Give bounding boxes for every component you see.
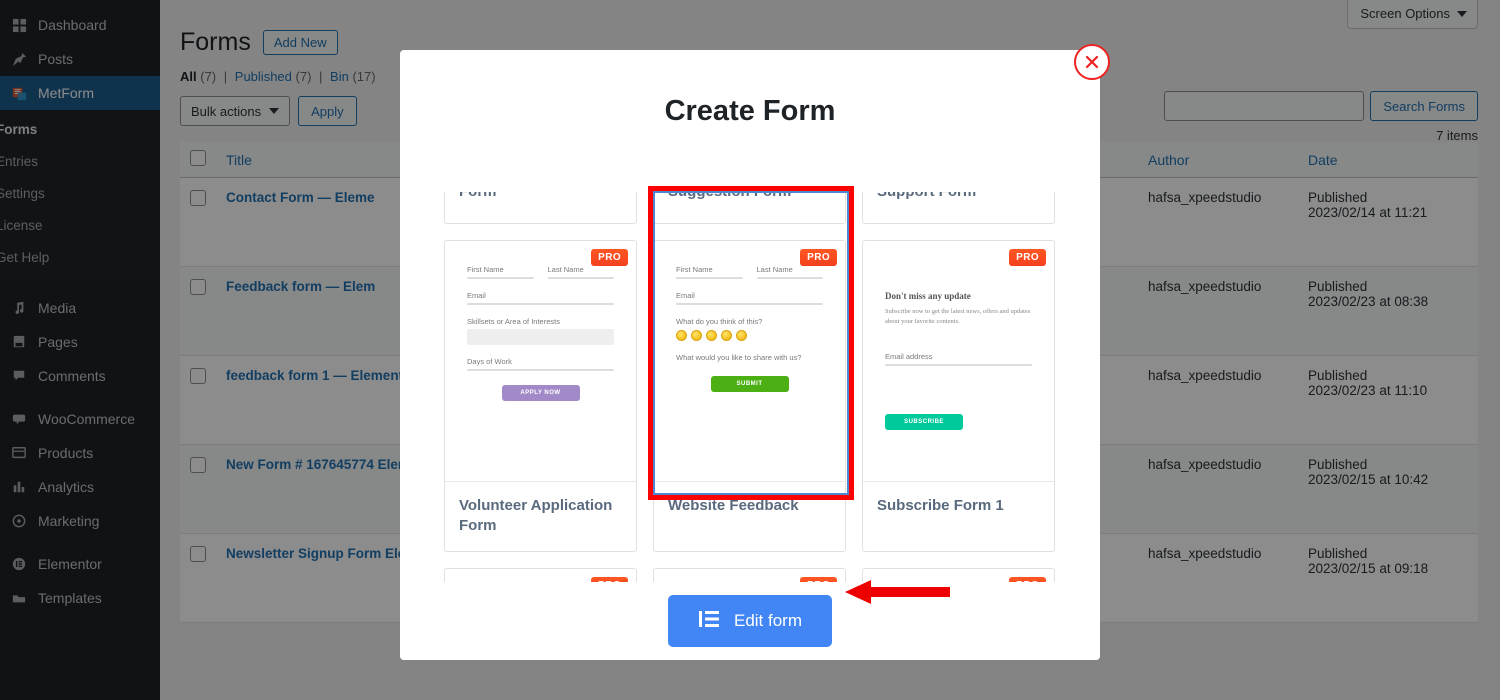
template-card-name: Support Form xyxy=(863,192,1054,223)
preview-field-line xyxy=(676,277,743,279)
emoji-rating-option xyxy=(721,330,732,341)
template-card-name: Form xyxy=(445,192,636,223)
template-card[interactable]: PRO Don't miss any update Subscribe now to… xyxy=(862,240,1055,552)
preview-skillsets: Skillsets or Area of Interests xyxy=(467,317,614,345)
preview-textarea xyxy=(467,329,614,345)
template-card-name: Website Feedback xyxy=(654,481,845,537)
preview-field-label: Last Name xyxy=(756,265,793,274)
edit-form-label: Edit form xyxy=(733,611,803,630)
preview-submit-button: SUBMIT xyxy=(710,376,789,392)
pro-badge: PRO xyxy=(800,249,837,266)
modal-footer: Edit form xyxy=(400,582,1100,660)
emoji-rating-option xyxy=(676,330,687,341)
preview-email: Email address xyxy=(885,352,1032,366)
screenshot-root: Dashboard Posts MetForm Forms Entries Se… xyxy=(0,0,1500,700)
preview-question-2: What would you like to share with us? xyxy=(676,353,823,362)
create-form-modal: Create Form Form Suggestion Form Support F… xyxy=(400,50,1100,660)
preview-field-label: Email xyxy=(676,291,695,300)
template-card-partial-top[interactable]: Form xyxy=(444,192,637,224)
template-card-name: Subscribe Form 1 xyxy=(863,481,1054,537)
emoji-rating-option xyxy=(691,330,702,341)
preview-email: Email xyxy=(467,291,614,305)
preview-field-label: What do you think of this? xyxy=(676,317,763,326)
preview-field-label: Last Name xyxy=(547,265,584,274)
template-card-partial-top[interactable]: Suggestion Form xyxy=(653,192,846,224)
preview-name-row: First Name Last Name xyxy=(676,265,823,279)
template-card-name: Suggestion Form xyxy=(654,192,845,223)
template-card-partial-bottom[interactable]: PRO xyxy=(444,568,637,582)
preview-field-label: Email xyxy=(467,291,486,300)
preview-field-label: What would you like to share with us? xyxy=(676,353,802,362)
preview-field-line xyxy=(756,277,823,279)
annotation-arrow-icon xyxy=(845,578,950,611)
template-preview: PRO Don't miss any update Subscribe now to… xyxy=(863,241,1054,481)
template-cards-viewport[interactable]: FormSuggestion FormSupport FormPROFirst … xyxy=(400,192,1100,582)
preview-first-name: First Name xyxy=(467,265,534,279)
pro-badge: PRO xyxy=(1009,249,1046,266)
preview-submit-button: APPLY NOW xyxy=(501,385,580,401)
template-card-partial-top[interactable]: Support Form xyxy=(862,192,1055,224)
emoji-rating-row xyxy=(676,330,823,341)
preview-last-name: Last Name xyxy=(756,265,823,279)
template-preview: PRO xyxy=(654,569,845,582)
template-preview: PRO First Name Last Name Email What do you t… xyxy=(654,241,845,481)
template-card[interactable]: PRO First Name Last Name Email Skillsets or … xyxy=(444,240,637,552)
template-preview: PRO First Name Last Name Email Skillsets or … xyxy=(445,241,636,481)
preview-field-label: Email address xyxy=(885,351,933,361)
template-preview: PRO xyxy=(445,569,636,582)
preview-body-text: Subscribe now to get the latest news, of… xyxy=(885,308,1031,326)
template-card[interactable]: PRO First Name Last Name Email What do you t… xyxy=(653,240,846,552)
template-cards-grid: FormSuggestion FormSupport FormPROFirst … xyxy=(444,192,1059,582)
template-card-partial-bottom[interactable]: PRO xyxy=(653,568,846,582)
preview-name-row: First Name Last Name xyxy=(467,265,614,279)
preview-field-line xyxy=(547,277,614,279)
preview-field-label: First Name xyxy=(676,265,713,274)
preview-heading: Don't miss any update xyxy=(885,291,971,301)
preview-field-label: Skillsets or Area of Interests xyxy=(467,317,560,326)
list-icon xyxy=(698,609,720,634)
preview-email: Email xyxy=(676,291,823,305)
close-icon xyxy=(1083,53,1101,71)
preview-field-label: First Name xyxy=(467,265,504,274)
edit-form-button[interactable]: Edit form xyxy=(667,595,833,647)
preview-submit-button: SUBSCRIBE xyxy=(885,413,963,430)
preview-field-line xyxy=(467,369,614,371)
close-modal-button[interactable] xyxy=(1074,44,1110,80)
preview-last-name: Last Name xyxy=(547,265,614,279)
preview-field-line xyxy=(467,277,534,279)
preview-first-name: First Name xyxy=(676,265,743,279)
preview-field-label: Days of Work xyxy=(467,357,512,366)
modal-title: Create Form xyxy=(664,95,836,127)
emoji-rating-option xyxy=(706,330,717,341)
template-card-name: Volunteer Application Form xyxy=(445,481,636,551)
preview-question-1: What do you think of this? xyxy=(676,317,823,341)
emoji-rating-option xyxy=(736,330,747,341)
preview-days: Days of Work xyxy=(467,357,614,371)
pro-badge: PRO xyxy=(591,249,628,266)
